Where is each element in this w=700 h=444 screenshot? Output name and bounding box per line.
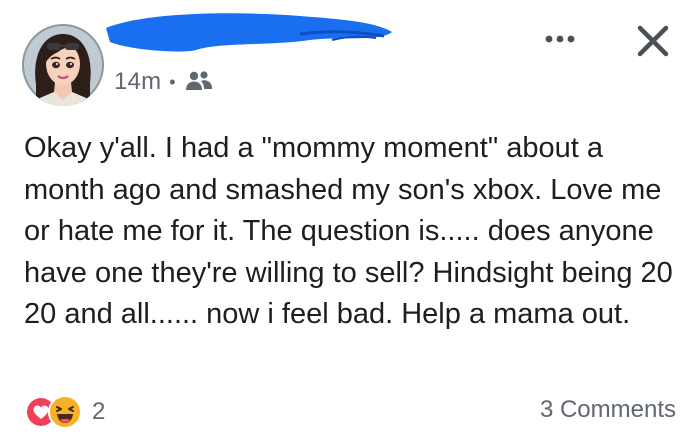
close-button[interactable]	[626, 18, 680, 64]
reaction-count: 2	[92, 398, 106, 425]
reaction-icons	[26, 395, 86, 429]
more-icon	[545, 35, 575, 43]
cartoon-avatar-icon	[22, 24, 104, 106]
friends-icon[interactable]	[184, 70, 214, 94]
post-meta: 14m •	[114, 64, 214, 100]
meta-separator: •	[169, 72, 176, 92]
comments-link[interactable]: 3 Comments	[540, 396, 676, 424]
post-card: 14m • Okay y'all. I had a "mommy moment"…	[0, 0, 700, 444]
redacted-name-scribble	[100, 6, 400, 56]
close-icon	[637, 25, 669, 57]
profile-avatar[interactable]	[22, 24, 104, 106]
post-text: Okay y'all. I had a "mommy moment" about…	[24, 132, 673, 330]
post-timestamp[interactable]: 14m	[114, 68, 161, 96]
more-options-button[interactable]	[538, 24, 582, 54]
haha-icon	[48, 395, 82, 429]
reactions-summary[interactable]: 2	[26, 394, 105, 430]
